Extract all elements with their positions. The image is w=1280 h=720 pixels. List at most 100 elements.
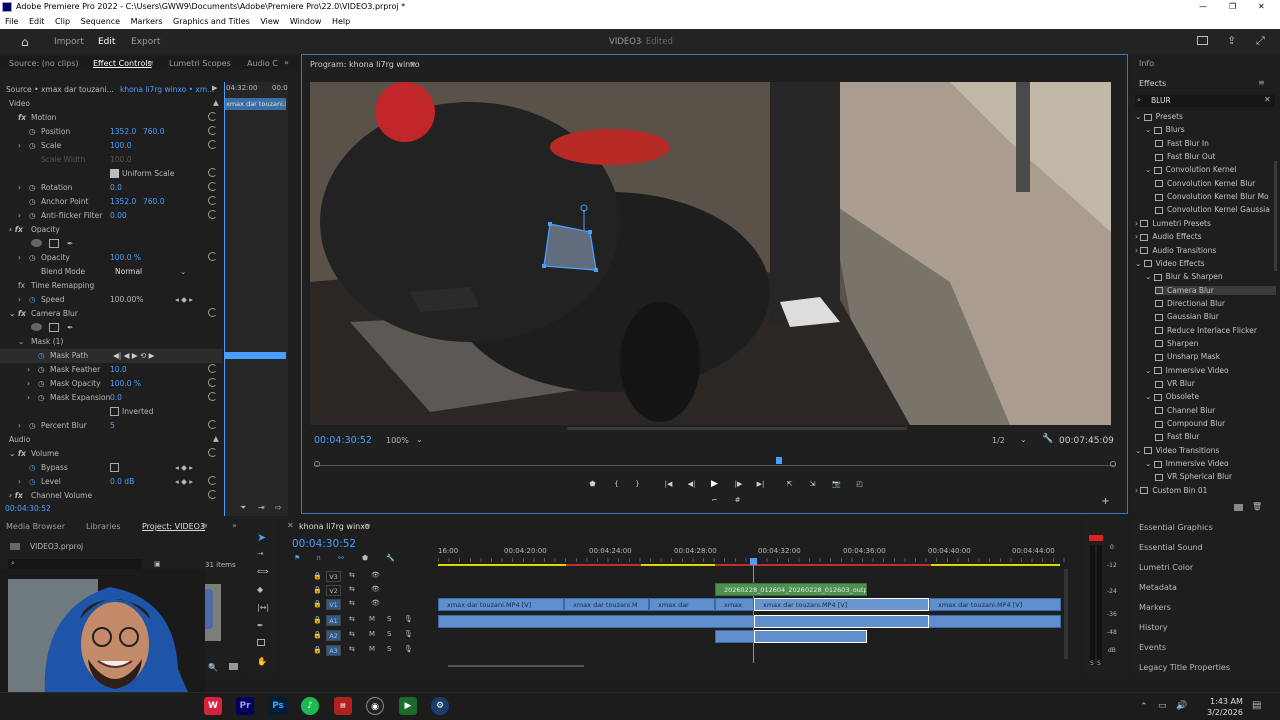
- effect-item[interactable]: Gaussian Blur: [1155, 312, 1276, 321]
- v1-clip-selected[interactable]: xmax dar touzani.MP4 [V]: [754, 598, 929, 611]
- tab-edit[interactable]: Edit: [98, 37, 115, 47]
- lock-icon[interactable]: 🔒: [313, 600, 322, 608]
- new-bin-icon[interactable]: [1234, 504, 1243, 511]
- playhead-marker[interactable]: [776, 457, 782, 464]
- effect-item[interactable]: Fast Blur Out: [1155, 152, 1276, 161]
- menu-clip[interactable]: Clip: [55, 17, 70, 26]
- eye-icon[interactable]: 👁: [371, 585, 380, 593]
- pen-mask-icon[interactable]: ✒: [67, 239, 73, 248]
- effect-item[interactable]: Channel Blur: [1155, 406, 1276, 415]
- notification-icon[interactable]: ▤: [1252, 700, 1261, 711]
- timeline-zoom-bar[interactable]: [448, 665, 584, 667]
- rect-mask-icon[interactable]: [49, 323, 59, 332]
- reset-icon[interactable]: [208, 420, 217, 429]
- effect-folder[interactable]: ⌄ Presets: [1135, 112, 1276, 121]
- effect-item[interactable]: Unsharp Mask: [1155, 352, 1276, 361]
- snap-icon[interactable]: ∩: [316, 554, 321, 562]
- menu-edit[interactable]: Edit: [29, 17, 45, 26]
- delete-icon[interactable]: 🗑: [1252, 502, 1262, 511]
- effect-item[interactable]: Compound Blur: [1155, 419, 1276, 428]
- reset-icon[interactable]: [208, 364, 217, 373]
- step-back-button[interactable]: ◀|: [686, 479, 697, 490]
- a1-clip[interactable]: [438, 615, 1061, 628]
- clock-time[interactable]: 1:43 AM: [1210, 697, 1243, 706]
- reset-icon[interactable]: [208, 210, 217, 219]
- stopwatch-icon[interactable]: ◷: [29, 141, 36, 150]
- level-value[interactable]: 0.0 dB: [110, 477, 134, 486]
- eye-icon[interactable]: 👁: [371, 599, 380, 607]
- ellipse-mask-icon[interactable]: [31, 323, 42, 331]
- mute-icon[interactable]: M: [369, 615, 375, 623]
- panel-events[interactable]: Events: [1139, 643, 1166, 652]
- effect-volume[interactable]: Volume: [31, 449, 59, 458]
- a2-clip-selected[interactable]: [754, 630, 867, 643]
- tab-lumetri-scopes[interactable]: Lumetri Scopes: [169, 59, 231, 68]
- program-tab[interactable]: Program: khona li7rg winxo: [310, 60, 420, 69]
- go-to-in-button[interactable]: |◀: [663, 479, 674, 490]
- trim-icon[interactable]: ⌐: [709, 495, 720, 506]
- mask-track-controls[interactable]: ◀| ◀ ▶ ⟲ ▶: [113, 351, 154, 360]
- panel-history[interactable]: History: [1139, 623, 1167, 632]
- stopwatch-icon[interactable]: ◷: [29, 211, 36, 220]
- reset-icon[interactable]: [208, 392, 217, 401]
- keyframe-nav-icon[interactable]: ◂ ◆ ▸: [175, 477, 193, 486]
- mini-timeline[interactable]: 04:32:00 00:0 xmax dar touzani.i: [224, 82, 288, 516]
- mask-opacity-value[interactable]: 100.0 %: [110, 379, 141, 388]
- tab-media-browser[interactable]: Media Browser: [6, 522, 65, 531]
- clear-search-icon[interactable]: ✕: [1264, 95, 1271, 104]
- lock-icon[interactable]: 🔒: [313, 631, 322, 639]
- app-icon[interactable]: ▶: [399, 697, 417, 715]
- home-icon[interactable]: ⌂: [21, 35, 29, 49]
- sync-lock-icon[interactable]: ⇆: [349, 599, 355, 607]
- effect-folder[interactable]: › Custom Bin 01: [1135, 486, 1276, 495]
- mark-in-button[interactable]: {: [611, 479, 622, 490]
- close-button[interactable]: ✕: [1258, 0, 1265, 14]
- ripple-edit-icon[interactable]: ⟺: [257, 567, 268, 576]
- tab-source[interactable]: Source: (no clips): [9, 59, 79, 68]
- anti-flicker-value[interactable]: 0.00: [110, 211, 127, 220]
- stopwatch-icon[interactable]: ◷: [29, 421, 36, 430]
- tab-export[interactable]: Export: [131, 37, 160, 47]
- effect-item[interactable]: Fast Blur: [1155, 432, 1276, 441]
- effects-search[interactable]: ⌕ BLUR ✕: [1135, 95, 1275, 107]
- clock-date[interactable]: 3/2/2026: [1207, 708, 1243, 717]
- effect-time-remapping[interactable]: Time Remapping: [31, 281, 94, 290]
- effect-item[interactable]: Convolution Kernel Gaussia: [1155, 205, 1276, 214]
- solo-icon[interactable]: S: [387, 645, 391, 653]
- track-target[interactable]: A2: [326, 630, 341, 641]
- blend-mode-select[interactable]: Normal: [115, 267, 142, 276]
- effect-camera-blur[interactable]: Camera Blur: [31, 309, 78, 318]
- solo-icon[interactable]: S: [387, 630, 391, 638]
- sync-lock-icon[interactable]: ⇆: [349, 630, 355, 638]
- lock-icon[interactable]: 🔒: [313, 586, 322, 594]
- menu-icon[interactable]: ≡: [1258, 78, 1265, 87]
- effect-item[interactable]: VR Spherical Blur: [1155, 472, 1276, 481]
- overflow-icon[interactable]: »: [284, 58, 289, 67]
- settings-wrench-icon[interactable]: 🔧: [1042, 434, 1053, 444]
- panel-markers[interactable]: Markers: [1139, 603, 1171, 612]
- v1-clip[interactable]: xmax dar touzani.M: [564, 598, 649, 611]
- stopwatch-icon[interactable]: ◷: [38, 365, 45, 374]
- effect-folder[interactable]: ⌄ Video Effects: [1135, 259, 1276, 268]
- effect-folder[interactable]: › Lumetri Presets: [1135, 219, 1276, 228]
- monitor-scrollbar[interactable]: [567, 427, 907, 430]
- app-icon[interactable]: ▤: [334, 697, 352, 715]
- reset-icon[interactable]: [208, 308, 217, 317]
- reset-icon[interactable]: [208, 448, 217, 457]
- selection-tool-icon[interactable]: ➤: [257, 531, 266, 544]
- reset-icon[interactable]: [208, 140, 217, 149]
- mute-icon[interactable]: M: [369, 630, 375, 638]
- v1-clip[interactable]: xmax dar: [649, 598, 715, 611]
- effect-item[interactable]: Fast Blur In: [1155, 139, 1276, 148]
- pen-tool-icon[interactable]: ✒: [257, 621, 264, 630]
- tab-libraries[interactable]: Libraries: [86, 522, 121, 531]
- keyframe-nav-icon[interactable]: ◂ ◆ ▸: [175, 463, 193, 472]
- stopwatch-icon[interactable]: ◷: [29, 477, 36, 486]
- effect-item[interactable]: VR Blur: [1155, 379, 1276, 388]
- menu-window[interactable]: Window: [290, 17, 322, 26]
- lock-icon[interactable]: 🔒: [313, 646, 322, 654]
- program-timecode[interactable]: 00:04:30:52: [314, 435, 372, 446]
- track-target[interactable]: A1: [326, 615, 341, 626]
- sync-lock-icon[interactable]: ⇆: [349, 585, 355, 593]
- effect-item[interactable]: Convolution Kernel Blur Mo: [1155, 192, 1276, 201]
